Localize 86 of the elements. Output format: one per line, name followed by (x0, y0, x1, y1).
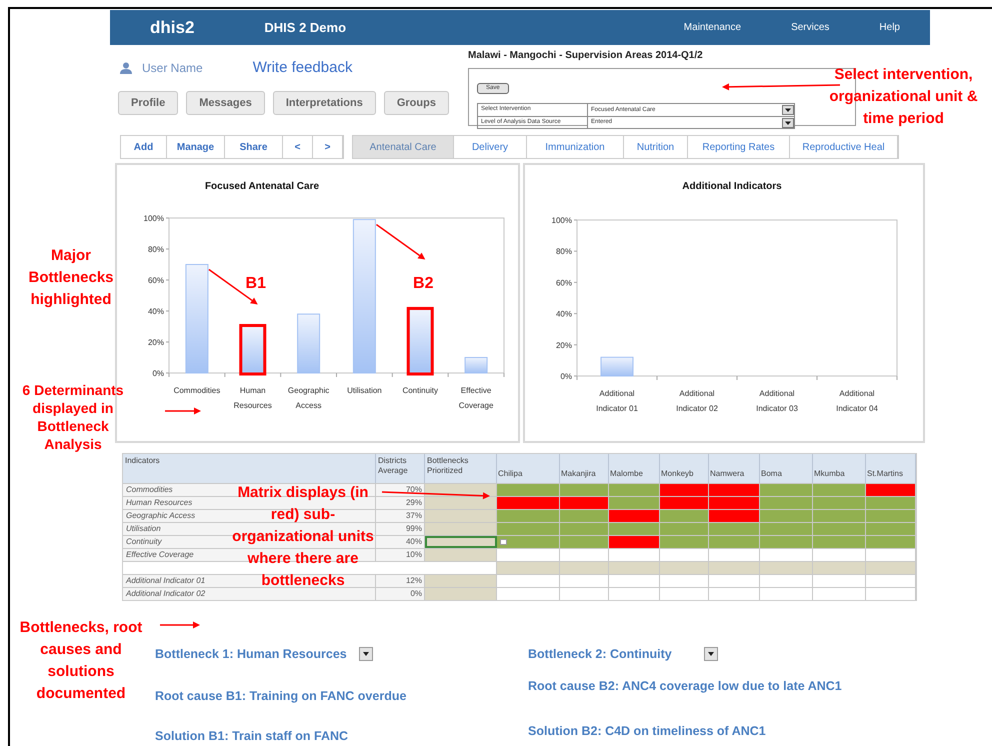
solution-text: Solution B1: Train staff on FANC (155, 728, 350, 745)
table-cell: 10% (376, 549, 425, 561)
column-header: St.Martins (866, 454, 916, 483)
nav-link[interactable]: Help (879, 20, 900, 35)
nav-link[interactable]: Services (791, 20, 830, 35)
column-header: Chilipa (497, 454, 560, 483)
input-cell[interactable] (425, 497, 497, 509)
category-label: Continuity (402, 386, 438, 395)
bottleneck-label: B1 (246, 275, 266, 292)
profile-button[interactable]: Messages (186, 91, 265, 115)
bar (600, 356, 634, 376)
axis-label: 100% (552, 216, 572, 225)
category-label: Additional Indicator 01 (596, 389, 638, 413)
arrow (160, 622, 200, 628)
column-header: Boma (760, 454, 813, 483)
nav-link[interactable]: Maintenance (684, 20, 742, 35)
dropdown-icon[interactable] (782, 105, 794, 115)
category-label: Additional Indicator 04 (836, 389, 878, 413)
arrow (165, 408, 201, 414)
category-label: Effective Coverage (458, 386, 494, 410)
logo[interactable]: dhis2 (150, 14, 194, 40)
table-cell: 37% (376, 510, 425, 522)
root-cause-text: Root cause B1: Training on FANC overdue (155, 688, 408, 705)
paste-options-icon[interactable] (500, 539, 507, 545)
category-label: Additional Indicator 02 (676, 389, 718, 413)
annotation-text: Select intervention, organizational unit & time period (828, 65, 979, 129)
input-cell[interactable] (425, 575, 497, 587)
profile-button[interactable]: Profile (118, 91, 178, 115)
table-cell: 70% (376, 484, 425, 496)
tab[interactable]: Antenatal Care (353, 136, 454, 158)
axis-label: 60% (148, 276, 164, 285)
table-cell: Additional Indicator 02 (123, 588, 376, 600)
arrow (376, 224, 426, 260)
table-cell: 29% (376, 497, 425, 509)
axis-label: 80% (148, 245, 164, 254)
input-cell[interactable] (425, 549, 497, 561)
column-header: Mkumba (813, 454, 866, 483)
axis-label: 40% (556, 310, 572, 319)
axis-label: 40% (148, 307, 164, 316)
category-label: Utilisation (347, 386, 382, 395)
category-label: Commodities (174, 386, 220, 395)
column-header: Districts Average (376, 454, 425, 483)
user-icon (120, 62, 132, 74)
bottleneck-label: B2 (413, 275, 434, 292)
user-name[interactable]: User Name (142, 59, 203, 77)
input-cell[interactable] (425, 523, 497, 535)
table-cell: 12% (376, 575, 425, 587)
chart-title: Focused Antenatal Care (204, 181, 320, 192)
profile-button[interactable]: Groups (384, 91, 449, 115)
column-header: Malombe (609, 454, 660, 483)
axis-label: 0% (152, 369, 164, 378)
axis-label: 20% (148, 338, 164, 347)
input-cell[interactable] (425, 588, 497, 600)
category-label: Human Resources (234, 386, 272, 410)
column-header: Makanjira (560, 454, 609, 483)
solution-text: Solution B2: C4D on timeliness of ANC1 (528, 722, 767, 740)
table-cell: 40% (376, 536, 425, 548)
dropdown-icon[interactable] (704, 647, 718, 661)
profile-button[interactable]: Interpretations (272, 91, 376, 115)
chart-title: Additional Indicators (682, 181, 782, 192)
bottleneck-title: Bottleneck 1: Human Resources (155, 646, 347, 663)
dropdown-icon[interactable] (358, 647, 373, 661)
dropdown-icon[interactable] (782, 118, 794, 128)
report-title: Malawi - Mangochi - Supervision Areas 2014-Q1/2 (468, 49, 704, 63)
annotation-text: 6 Determinants displayed in Bottleneck Analysis (21, 381, 125, 453)
column-header: Namwera (709, 454, 760, 483)
feedback-link[interactable]: Write feedback (252, 56, 352, 80)
axis-label: 20% (556, 340, 572, 350)
table-cell: 99% (376, 523, 425, 535)
axis-label: 0% (560, 372, 572, 381)
axis-label: 60% (556, 278, 572, 288)
column-header: Monkeyb (660, 454, 709, 483)
root-cause-text: Root cause B2: ANC4 coverage low due to late ANC1 (528, 678, 843, 695)
app-title: DHIS 2 Demo (264, 18, 346, 37)
input-cell[interactable] (425, 536, 497, 548)
axis-label: 80% (556, 247, 572, 256)
table-cell: 0% (376, 588, 425, 600)
column-header: Bottlenecks Prioritized (425, 454, 497, 483)
input-cell[interactable] (425, 510, 497, 522)
column-header: Indicators (123, 454, 376, 483)
annotation-text: Major Bottlenecks highlighted (27, 246, 115, 310)
category-label: Geographic Access (288, 386, 330, 410)
category-label: Additional Indicator 03 (756, 389, 798, 413)
bottleneck-title: Bottleneck 2: Continuity (528, 646, 672, 663)
axis-label: 100% (144, 214, 164, 223)
annotation-text: Bottlenecks, root causes and solutions documented (18, 618, 144, 704)
